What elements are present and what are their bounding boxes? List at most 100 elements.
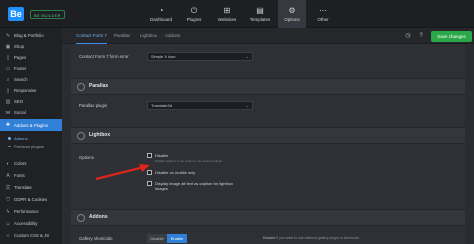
nav-websites[interactable]: ⊞ Websites [212, 0, 242, 28]
nav-other[interactable]: ⋯ Other [310, 0, 336, 28]
sidebar-item-search[interactable]: ⌕ Search [0, 74, 62, 85]
sidebar-item-fonts[interactable]: A Fonts [0, 170, 62, 181]
chevron-down-icon: ⌄ [245, 54, 249, 59]
lightbox-options-label: Options [79, 155, 94, 160]
sidebar-item-accessibility[interactable]: ☺ Accessibility [0, 218, 62, 229]
gallery-enable-button[interactable]: Enable [167, 234, 187, 243]
sidebar-item-custom-css-js[interactable]: ‹› Custom CSS & JS [0, 230, 62, 241]
sidebar-item-label: Shop [14, 44, 25, 49]
save-changes-button[interactable]: Save changes [431, 31, 472, 42]
accessibility-icon: ☺ [5, 220, 11, 227]
current-dot-icon [8, 136, 11, 140]
sidebar-subitem-addons[interactable]: Addons [0, 134, 62, 142]
disable-lightbox-label: Disable [155, 153, 169, 158]
sidebar-item-label: Fonts [14, 173, 25, 178]
sidebar-item-label: Translate [14, 185, 32, 190]
contact-form-error-label: Contact Form 7 form error [79, 54, 129, 59]
section-title: Lightbox [89, 132, 111, 138]
contact-form-error-select[interactable]: Simple X icon ⌄ [147, 52, 253, 61]
sidebar-item-colors[interactable]: ◐ Colors [0, 158, 62, 169]
sidebar-item-translate[interactable]: 文 Translate [0, 182, 62, 193]
sidebar-item-seo[interactable]: ▥ SEO [0, 96, 62, 107]
gallery-note-bold: Disable [263, 236, 276, 240]
nav-label: Dashboard [149, 17, 172, 22]
top-bar: Be BE BUILDER ◔ Dashboard ⏻ Plugins ⊞ We… [0, 0, 474, 28]
parallax-plugin-label: Parallax plugin [79, 103, 108, 108]
pointer-arrow-icon [95, 164, 150, 181]
font-icon: A [6, 172, 10, 179]
tab-addons[interactable]: Addons [165, 28, 180, 44]
lightbox-section-header[interactable]: Lightbox [71, 127, 465, 144]
select-value: Simple X icon [151, 54, 176, 59]
sidebar-item-label: GDPR & Cookies [14, 197, 48, 202]
translate-icon: 文 [5, 185, 11, 191]
parallax-icon [77, 83, 85, 91]
tab-parallax[interactable]: Parallax [114, 28, 130, 44]
sidebar-item-label: Performance [14, 209, 39, 214]
nav-options[interactable]: ⚙ Options [278, 0, 306, 28]
sidebar-subitem-label: Addons [14, 135, 28, 141]
chevron-down-icon: ⌄ [245, 103, 249, 108]
disable-lightbox-hint: Disable lightbox if you prefer to use ex… [155, 159, 223, 163]
logo[interactable]: Be [8, 7, 24, 21]
speedometer-icon: ◔ [158, 6, 164, 15]
sidebar-item-shop[interactable]: ▣ Shop [0, 41, 62, 52]
history-icon[interactable]: ◷ [404, 32, 412, 40]
sidebar-item-responsive[interactable]: ▯ Responsive [0, 85, 62, 96]
dash-icon [8, 145, 11, 147]
nav-label: Options [284, 17, 300, 22]
builder-badge: BE BUILDER [30, 10, 65, 19]
pen-icon: ✎ [5, 32, 11, 39]
sidebar-item-label: Accessibility [14, 221, 38, 226]
sidebar-item-pages[interactable]: ▯ Pages [0, 52, 62, 63]
sidebar-item-footer[interactable]: ▭ Footer [0, 63, 62, 74]
select-value: Translate3d [151, 103, 172, 108]
gallery-note-text: if you want to use external gallery plug… [275, 236, 360, 240]
shield-icon: ⛉ [6, 196, 10, 203]
sidebar: ✎ Blog & Portfolio ▣ Shop ▯ Pages ▭ Footer ⌕… [0, 28, 62, 244]
sidebar-item-social[interactable]: ⋈ Social [0, 107, 62, 118]
addons-icon [77, 214, 85, 222]
cart-icon: ▣ [5, 43, 11, 50]
sidebar-item-label: Addons & Plugins [14, 122, 48, 128]
section-tabs: Contact Form 7 Parallax Lightbox Addons … [62, 28, 474, 44]
tab-contact-form-7[interactable]: Contact Form 7 [76, 28, 108, 44]
dots-icon: ⋯ [319, 6, 327, 15]
gallery-shortcode-label: Gallery shortcode [79, 236, 113, 241]
help-icon[interactable]: ? [417, 32, 425, 40]
sidebar-subitem-premium-plugins[interactable]: Premium plugins [0, 142, 62, 150]
disable-mobile-label: Disable on mobile only [155, 170, 196, 175]
nav-plugins[interactable]: ⏻ Plugins [180, 0, 208, 28]
options-content: Contact Form 7 form error Simple X icon … [71, 44, 465, 244]
parallax-plugin-select[interactable]: Translate3d ⌄ [147, 101, 253, 110]
sidebar-item-blog-portfolio[interactable]: ✎ Blog & Portfolio [0, 30, 62, 41]
tab-lightbox[interactable]: Lightbox [140, 28, 157, 44]
section-title: Addons [89, 214, 108, 220]
bolt-icon: ϟ [6, 208, 10, 215]
gear-icon: ⚙ [288, 6, 296, 15]
disable-lightbox-checkbox[interactable] [147, 153, 152, 158]
section-title: Parallax [89, 83, 109, 89]
page-icon: ▯ [6, 54, 10, 61]
search-icon: ⌕ [6, 76, 10, 83]
addons-section-header[interactable]: Addons [71, 209, 465, 226]
nav-label: Plugins [186, 17, 202, 22]
code-icon: ‹› [6, 232, 10, 239]
alt-caption-label: Display image alt text as caption for li… [155, 181, 234, 191]
sidebar-item-label: SEO [14, 99, 24, 104]
nav-dashboard[interactable]: ◔ Dashboard [146, 0, 176, 28]
grid-icon: ⊞ [223, 6, 231, 15]
sidebar-item-gdpr[interactable]: ⛉ GDPR & Cookies [0, 194, 62, 205]
nav-templates[interactable]: ▤ Templates [245, 0, 275, 28]
sidebar-subitem-label: Premium plugins [14, 143, 44, 149]
sidebar-item-label: Search [14, 77, 28, 82]
puzzle-icon: ✚ [5, 122, 11, 128]
sidebar-item-performance[interactable]: ϟ Performance [0, 206, 62, 217]
nav-label: Other [317, 17, 329, 22]
gallery-note: Disable if you want to use external gall… [263, 236, 359, 240]
parallax-section-header[interactable]: Parallax [71, 78, 465, 95]
gallery-disable-button[interactable]: Disable [147, 234, 167, 243]
sidebar-item-label: Footer [14, 66, 27, 71]
sidebar-item-addons-plugins[interactable]: ✚ Addons & Plugins [0, 119, 62, 131]
chart-icon: ▥ [5, 98, 11, 105]
